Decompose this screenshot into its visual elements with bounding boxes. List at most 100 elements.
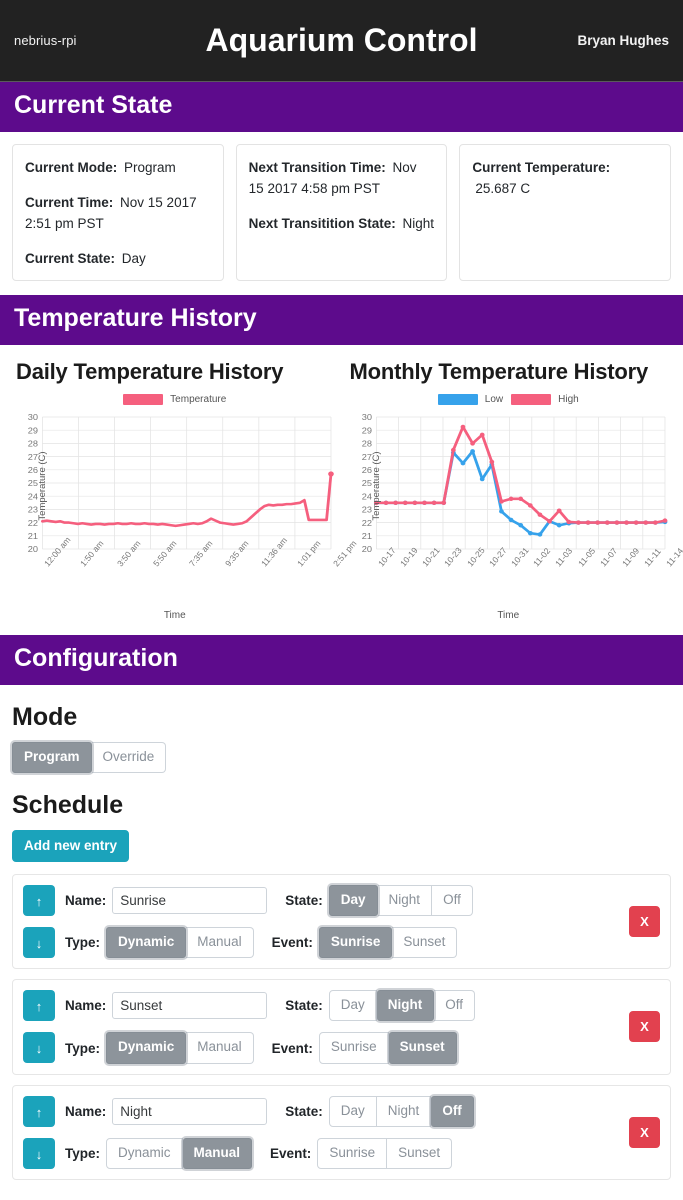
type-label: Type: <box>65 1040 101 1056</box>
type-toggle[interactable]: Dynamic Manual <box>106 1137 253 1169</box>
event-label: Event: <box>270 1145 312 1161</box>
current-state-card: Current Mode: Program Current Time: Nov 1… <box>12 144 224 281</box>
state-toggle-option[interactable]: Night <box>377 884 433 917</box>
type-toggle-option[interactable]: Dynamic <box>106 1137 183 1169</box>
entry-row-type-event: Type: Dynamic Manual Event: Sunrise Sunset <box>65 1032 629 1064</box>
move-up-icon-button[interactable]: ↑ <box>23 885 55 917</box>
chart-data-point <box>469 440 475 446</box>
event-toggle[interactable]: Sunrise Sunset <box>317 1137 453 1169</box>
chart-data-point <box>479 476 485 481</box>
svg-text:20: 20 <box>361 544 371 554</box>
chart-data-point <box>546 518 552 524</box>
event-toggle-option[interactable]: Sunset <box>392 927 458 959</box>
chart-y-axis-title: Temperature (C) <box>370 451 382 521</box>
legend-item[interactable]: Temperature <box>123 394 226 406</box>
state-toggle[interactable]: Day Night Off <box>328 990 476 1022</box>
entry-fields: Name: State: DayNightOff Type: DynamicManual… <box>65 1095 629 1169</box>
move-down-icon-button[interactable]: ↓ <box>23 1032 55 1064</box>
configuration-body: Mode Program Override Schedule Add new en… <box>0 703 683 1180</box>
state-toggle-option[interactable]: Night <box>376 1095 432 1127</box>
chart-data-point <box>633 520 639 525</box>
state-toggle-option[interactable]: Off <box>432 884 473 917</box>
event-toggle-option[interactable]: Sunset <box>387 1137 453 1169</box>
state-toggle[interactable]: Day Night Off <box>328 884 473 917</box>
chart-data-point <box>517 522 523 528</box>
chart-data-point <box>450 447 456 452</box>
current-state-row: Current Temperature: 25.687 C <box>472 158 658 200</box>
current-state-value: Program <box>124 160 176 175</box>
chart-data-point <box>498 508 504 514</box>
chart-x-axis-title: Time <box>497 609 520 621</box>
schedule-entry: ↑ ↓ Name:State:DayNightOffType:DynamicManu… <box>12 1084 671 1180</box>
chart-data-point <box>585 520 590 525</box>
state-toggle-option[interactable]: Day <box>328 1095 377 1127</box>
current-state-label: Current Time: <box>25 194 114 210</box>
entry-row-name-state: Name: State: DayNightOff <box>65 990 629 1022</box>
move-down-icon-button[interactable]: ↓ <box>23 927 55 959</box>
type-toggle-option[interactable]: Dynamic <box>106 1032 187 1064</box>
chart-data-point <box>527 530 533 536</box>
event-toggle[interactable]: Sunrise Sunset <box>318 1032 457 1064</box>
chart-data-point <box>460 460 465 466</box>
chart-data-point <box>537 531 542 537</box>
event-toggle-option[interactable]: Sunset <box>388 1032 457 1064</box>
entry-name-input[interactable] <box>112 886 268 914</box>
state-toggle-option[interactable]: Night <box>376 990 435 1022</box>
mode-toggle[interactable]: Program Override <box>12 741 167 773</box>
state-toggle-option[interactable]: Day <box>328 884 378 917</box>
navbar-brand[interactable]: nebrius-rpi <box>14 33 77 48</box>
event-label: Event: <box>271 935 313 951</box>
current-state-card: Current Temperature: 25.687 C <box>459 144 672 281</box>
current-state-label: Current Temperature: <box>472 160 611 175</box>
event-toggle-option[interactable]: Sunrise <box>318 927 393 959</box>
type-toggle-option[interactable]: Manual <box>186 927 254 959</box>
move-up-icon-button[interactable]: ↑ <box>23 1095 55 1127</box>
schedule-entry-list: ↑↓Name:State:DayNightOffType:DynamicManu… <box>12 873 671 1180</box>
chart-data-point <box>614 520 619 525</box>
svg-text:29: 29 <box>28 425 38 435</box>
event-toggle-option[interactable]: Sunrise <box>317 1137 388 1169</box>
chart-svg: 20 21 22 23 24 25 26 27 28 29 30 <box>361 412 667 554</box>
name-label: Name: <box>65 1103 107 1119</box>
entry-name-input[interactable] <box>112 992 268 1020</box>
svg-text:20: 20 <box>28 544 38 554</box>
chart-data-point <box>565 519 571 524</box>
entry-reorder-controls: ↑ ↓ <box>23 990 55 1064</box>
type-toggle-option[interactable]: Manual <box>186 1032 254 1064</box>
event-toggle[interactable]: Sunrise Sunset <box>318 927 458 959</box>
legend-item[interactable]: Low <box>437 394 503 406</box>
navbar-user[interactable]: Bryan Hughes <box>577 33 669 48</box>
move-up-icon-button[interactable]: ↑ <box>23 990 55 1022</box>
type-toggle[interactable]: Dynamic Manual <box>106 1032 254 1064</box>
chart-title: Monthly Temperature History <box>349 358 649 384</box>
add-new-entry-button[interactable]: Add new entry <box>12 829 130 862</box>
state-toggle-option[interactable]: Off <box>431 1095 474 1127</box>
entry-fields: Name: State: DayNightOff Type: DynamicManual… <box>65 884 629 959</box>
current-state-row: Current Mode: Program <box>25 158 211 179</box>
type-toggle-option[interactable]: Manual <box>182 1137 253 1169</box>
delete-entry-button[interactable]: X <box>629 1011 660 1043</box>
legend-item[interactable]: High <box>511 394 579 406</box>
type-toggle-option[interactable]: Dynamic <box>106 927 187 959</box>
delete-entry-button[interactable]: X <box>629 906 660 938</box>
svg-text:28: 28 <box>361 439 371 449</box>
mode-toggle-option[interactable]: Override <box>91 741 167 773</box>
current-state-value: Night <box>402 215 434 231</box>
mode-button-group[interactable]: Program Override <box>12 741 167 773</box>
current-state-value: Day <box>121 250 146 266</box>
svg-text:30: 30 <box>28 412 38 422</box>
move-down-icon-button[interactable]: ↓ <box>23 1137 55 1169</box>
chart-data-point <box>527 502 533 508</box>
event-toggle-option[interactable]: Sunrise <box>318 1032 389 1064</box>
mode-toggle-option[interactable]: Program <box>12 741 92 773</box>
state-toggle-option[interactable]: Off <box>434 990 476 1022</box>
svg-text:23: 23 <box>361 505 371 515</box>
type-toggle[interactable]: Dynamic Manual <box>106 927 254 959</box>
top-navbar: nebrius-rpi Aquarium Control Bryan Hughe… <box>0 0 683 82</box>
delete-entry-button[interactable]: X <box>629 1116 660 1148</box>
state-toggle-option[interactable]: Day <box>328 990 377 1022</box>
current-state-cards: Current Mode: Program Current Time: Nov 1… <box>0 132 683 295</box>
state-label: State: <box>285 998 323 1014</box>
entry-name-input[interactable] <box>112 1097 268 1125</box>
state-toggle[interactable]: Day Night Off <box>328 1095 474 1127</box>
